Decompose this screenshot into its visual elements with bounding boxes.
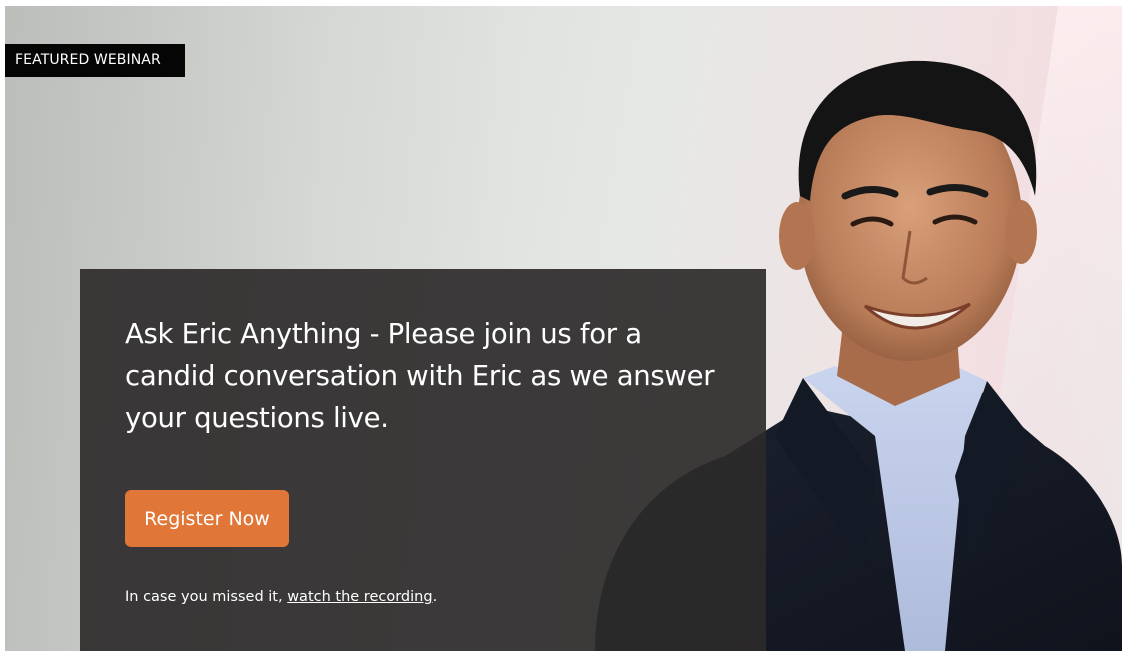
missed-suffix: . — [432, 589, 438, 605]
register-now-button[interactable]: Register Now — [125, 490, 289, 547]
featured-webinar-hero: FEATURED WEBINAR Ask Eric Anything - Ple… — [5, 6, 1122, 651]
webinar-headline: Ask Eric Anything - Please join us for a… — [125, 318, 715, 434]
featured-webinar-badge: FEATURED WEBINAR — [5, 44, 185, 77]
missed-prefix: In case you missed it, — [125, 589, 288, 605]
webinar-card: Ask Eric Anything - Please join us for a… — [80, 269, 766, 651]
watch-recording-link[interactable]: watch the recording — [287, 589, 432, 605]
missed-it-text: In case you missed it, watch the recordi… — [125, 589, 437, 605]
